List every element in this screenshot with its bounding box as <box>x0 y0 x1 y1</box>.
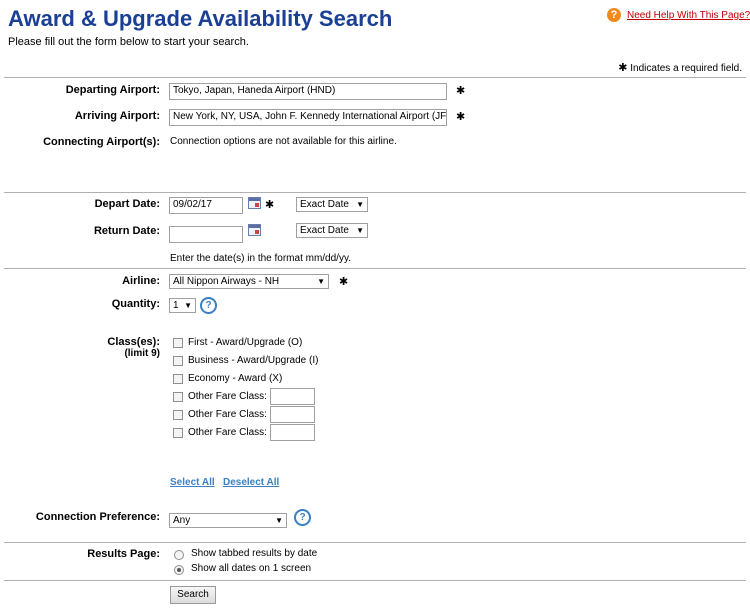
question-circle-icon[interactable]: ? <box>200 297 217 314</box>
required-marker-icon: ✱ <box>456 111 466 123</box>
results-option-tabbed: Show tabbed results by date <box>191 548 318 559</box>
chevron-down-icon: ▼ <box>275 516 283 525</box>
required-note-text: Indicates a required field. <box>630 63 742 74</box>
other-fare-class-input-2[interactable] <box>270 406 315 423</box>
return-date-mode-value: Exact Date <box>300 225 349 236</box>
class-checkbox-other-2[interactable] <box>173 410 183 420</box>
results-option-all-dates: Show all dates on 1 screen <box>191 563 312 574</box>
depart-date-mode-value: Exact Date <box>300 199 349 210</box>
divider <box>4 268 746 269</box>
page-title: Award & Upgrade Availability Search <box>8 6 393 31</box>
return-date-mode-select[interactable]: Exact Date ▼ <box>296 223 368 238</box>
airline-label: Airline: <box>122 275 160 287</box>
results-radio-all-dates[interactable] <box>174 565 184 575</box>
class-label-other-1: Other Fare Class: <box>188 391 267 402</box>
connection-preference-label: Connection Preference: <box>35 511 160 523</box>
class-label-economy: Economy - Award (X) <box>188 373 283 384</box>
required-field-note: ✱ Indicates a required field. <box>618 61 742 74</box>
depart-date-label: Depart Date: <box>94 198 160 210</box>
help-area[interactable]: ? Need Help With This Page? <box>607 8 750 22</box>
question-circle-icon[interactable]: ? <box>294 509 311 526</box>
select-all-link[interactable]: Select All <box>170 477 215 488</box>
chevron-down-icon: ▼ <box>356 226 364 235</box>
help-icon[interactable]: ? <box>607 8 621 22</box>
departing-airport-label: Departing Airport: <box>65 84 160 96</box>
quantity-value: 1 <box>173 300 179 311</box>
required-marker-icon: ✱ <box>618 62 628 74</box>
class-checkbox-other-3[interactable] <box>173 428 183 438</box>
arriving-airport-input[interactable]: New York, NY, USA, John F. Kennedy Inter… <box>169 109 447 126</box>
return-date-input[interactable] <box>169 226 243 243</box>
departing-airport-input[interactable]: Tokyo, Japan, Haneda Airport (HND) <box>169 83 447 100</box>
quantity-label: Quantity: <box>111 298 160 310</box>
divider <box>4 542 746 543</box>
connecting-airports-note: Connection options are not available for… <box>170 136 397 147</box>
arriving-airport-label: Arriving Airport: <box>74 110 160 122</box>
results-radio-tabbed[interactable] <box>174 550 184 560</box>
class-checkbox-other-1[interactable] <box>173 392 183 402</box>
class-checkbox-economy[interactable] <box>173 374 183 384</box>
help-link[interactable]: Need Help With This Page? <box>627 10 750 21</box>
connecting-airports-label: Connecting Airport(s): <box>43 136 160 148</box>
chevron-down-icon: ▼ <box>356 200 364 209</box>
required-marker-icon: ✱ <box>265 199 275 211</box>
page-subtitle: Please fill out the form below to start … <box>8 36 249 48</box>
class-checkbox-first[interactable] <box>173 338 183 348</box>
return-date-label: Return Date: <box>93 225 160 237</box>
classes-limit: (limit 9) <box>124 348 160 359</box>
chevron-down-icon: ▼ <box>184 301 192 310</box>
depart-date-input[interactable]: 09/02/17 <box>169 197 243 214</box>
class-label-business: Business - Award/Upgrade (I) <box>188 355 319 366</box>
other-fare-class-input-1[interactable] <box>270 388 315 405</box>
class-checkbox-business[interactable] <box>173 356 183 366</box>
results-page-label: Results Page: <box>87 548 160 560</box>
required-marker-icon: ✱ <box>456 85 466 97</box>
divider <box>4 192 746 193</box>
divider <box>4 77 746 78</box>
class-label-first: First - Award/Upgrade (O) <box>188 337 303 348</box>
class-label-other-2: Other Fare Class: <box>188 409 267 420</box>
required-marker-icon: ✱ <box>339 276 349 288</box>
divider <box>4 580 746 581</box>
connection-preference-select[interactable]: Any ▼ <box>169 513 287 528</box>
deselect-all-link[interactable]: Deselect All <box>223 477 279 488</box>
depart-date-mode-select[interactable]: Exact Date ▼ <box>296 197 368 212</box>
chevron-down-icon: ▼ <box>317 277 325 286</box>
airline-select[interactable]: All Nippon Airways - NH ▼ <box>169 274 329 289</box>
calendar-icon[interactable] <box>248 197 261 209</box>
date-format-hint: Enter the date(s) in the format mm/dd/yy… <box>170 253 351 264</box>
connection-preference-value: Any <box>173 515 191 526</box>
class-label-other-3: Other Fare Class: <box>188 427 267 438</box>
other-fare-class-input-3[interactable] <box>270 424 315 441</box>
quantity-select[interactable]: 1 ▼ <box>169 298 196 313</box>
search-button[interactable]: Search <box>170 586 216 604</box>
classes-label: Class(es): <box>107 336 160 348</box>
calendar-icon[interactable] <box>248 224 261 236</box>
airline-value: All Nippon Airways - NH <box>173 276 280 287</box>
